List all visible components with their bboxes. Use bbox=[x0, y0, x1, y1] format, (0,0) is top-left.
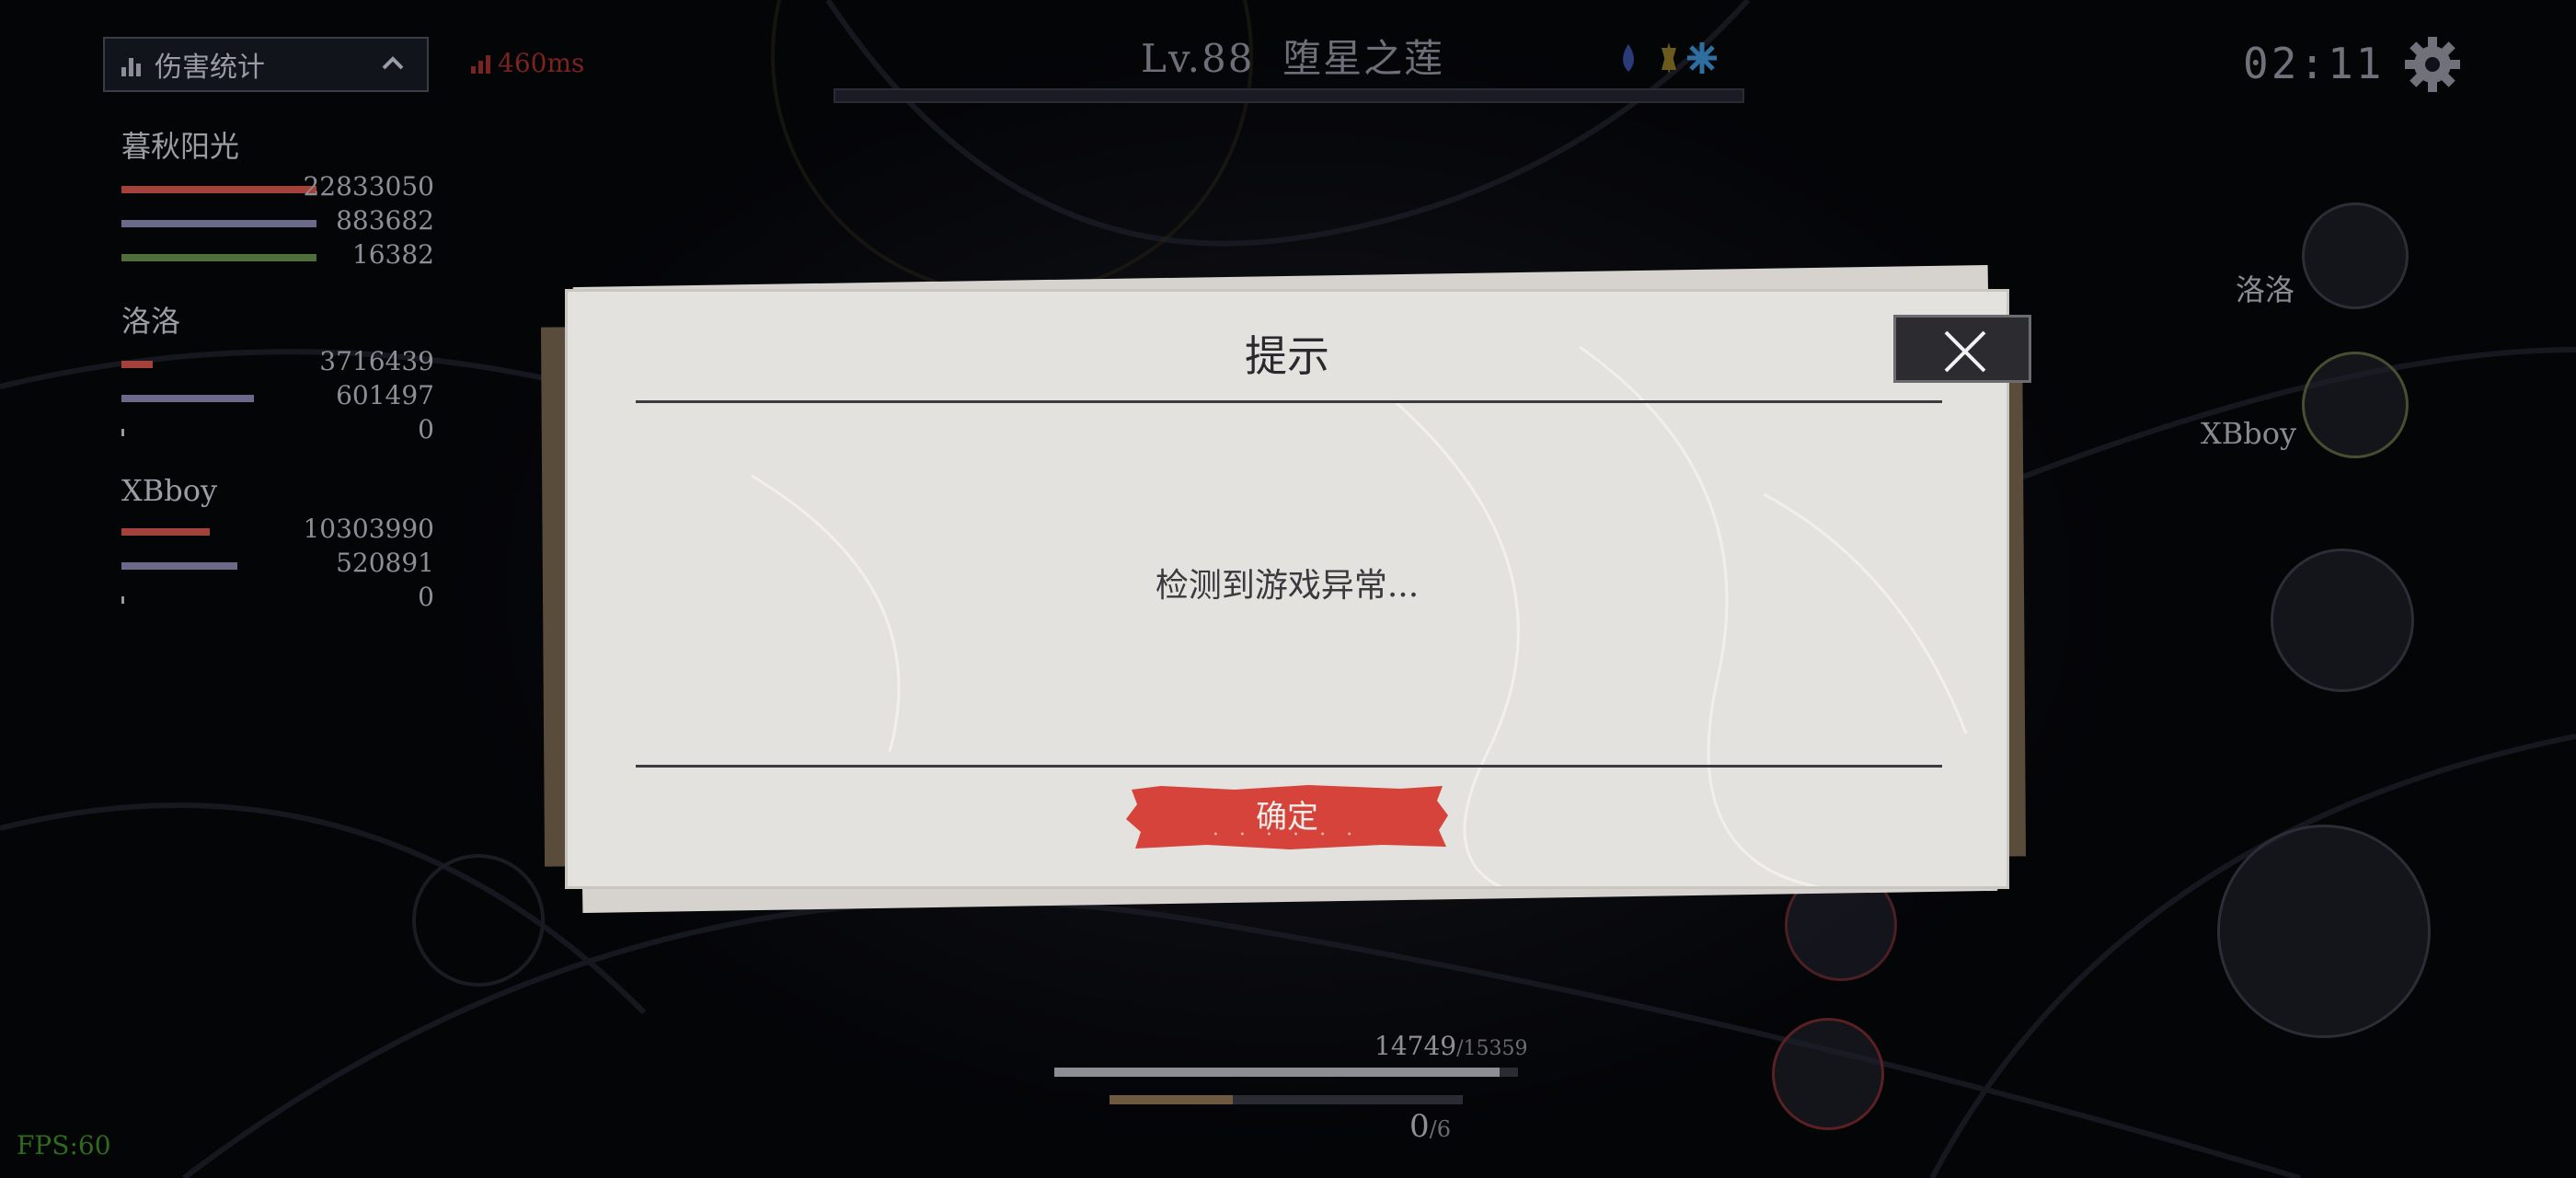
damage-value: 0 bbox=[418, 414, 434, 445]
skill-button-2[interactable] bbox=[2064, 598, 2184, 718]
damage-value: 601497 bbox=[336, 380, 434, 410]
damage-bar bbox=[121, 220, 316, 227]
attack-button[interactable] bbox=[2217, 825, 2431, 1038]
dodge-button[interactable] bbox=[1969, 981, 2079, 1091]
party-member-1-avatar[interactable] bbox=[2302, 202, 2409, 309]
close-button[interactable] bbox=[1893, 315, 2031, 383]
skill-button-1[interactable] bbox=[2271, 549, 2414, 692]
bar-chart-icon bbox=[121, 52, 144, 76]
boss-name: 堕星之莲 bbox=[1282, 36, 1445, 81]
boss-title: Lv.88 堕星之莲 bbox=[1141, 28, 1444, 84]
footer-divider bbox=[636, 765, 1942, 768]
damage-value: 0 bbox=[418, 582, 434, 612]
damage-bar bbox=[121, 562, 237, 570]
player-energy-bar bbox=[1110, 1095, 1463, 1104]
damage-player-2: 洛洛 3716439 601497 0 bbox=[121, 298, 434, 448]
damage-bar bbox=[121, 254, 316, 261]
confirm-sublabel: • • • • • • bbox=[1213, 830, 1362, 840]
title-divider bbox=[636, 400, 1942, 403]
gear-icon[interactable] bbox=[2403, 35, 2462, 94]
energy-fill bbox=[1110, 1095, 1234, 1104]
damage-bar bbox=[121, 429, 124, 436]
damage-value: 16382 bbox=[351, 239, 434, 270]
damage-stats-title: 伤害统计 bbox=[155, 52, 265, 84]
party-member-2-name: XBboy bbox=[2201, 416, 2297, 451]
player-name: XBboy bbox=[121, 473, 218, 508]
damage-bar bbox=[121, 395, 254, 402]
item-button-2[interactable] bbox=[1772, 1018, 1884, 1130]
charge-counter: 0/6 bbox=[1409, 1108, 1451, 1145]
charge-max: /6 bbox=[1429, 1116, 1451, 1142]
ping-indicator: 460ms bbox=[471, 48, 584, 78]
damage-bar bbox=[121, 361, 153, 368]
damage-value: 22833050 bbox=[303, 171, 434, 202]
chevron-up-icon[interactable] bbox=[381, 52, 405, 75]
player-name: 洛洛 bbox=[121, 304, 181, 339]
damage-value: 3716439 bbox=[319, 346, 434, 376]
fps-counter: FPS:60 bbox=[17, 1130, 111, 1161]
damage-value: 10303990 bbox=[303, 514, 434, 544]
player-hp-bar bbox=[1054, 1068, 1518, 1077]
player-name: 暮秋阳光 bbox=[121, 129, 240, 164]
signal-icon bbox=[471, 53, 490, 74]
boss-level: Lv.88 bbox=[1141, 36, 1255, 81]
damage-player-1: 暮秋阳光 22833050 883682 16382 bbox=[121, 123, 434, 273]
hp-current: 14749 bbox=[1374, 1031, 1457, 1061]
match-timer: 02:11 bbox=[2243, 39, 2385, 88]
buff-icons bbox=[1623, 42, 1717, 74]
dialog-title: 提示 bbox=[1245, 331, 1329, 381]
damage-value: 520891 bbox=[336, 548, 434, 578]
damage-bar bbox=[121, 596, 124, 604]
hp-readout: 14749/15359 bbox=[1374, 1031, 1527, 1061]
hp-fill bbox=[1054, 1068, 1500, 1077]
ping-value: 460ms bbox=[498, 48, 585, 78]
party-member-1-name: 洛洛 bbox=[2236, 272, 2295, 307]
hp-max: /15359 bbox=[1456, 1037, 1528, 1060]
confirm-button[interactable]: 确定 • • • • • • bbox=[1124, 784, 1450, 850]
dialog-message: 检测到游戏异常... bbox=[1155, 567, 1420, 605]
charge-current: 0 bbox=[1409, 1108, 1430, 1145]
damage-bar bbox=[121, 528, 210, 536]
damage-player-3: XBboy 10303990 520891 0 bbox=[121, 473, 434, 616]
close-icon bbox=[1944, 330, 1986, 373]
boss-health-bar bbox=[834, 88, 1744, 103]
damage-bar bbox=[121, 186, 316, 193]
damage-stats-header[interactable]: 伤害统计 bbox=[103, 37, 429, 92]
damage-value: 883682 bbox=[336, 205, 434, 236]
party-member-2-avatar[interactable] bbox=[2302, 352, 2409, 458]
